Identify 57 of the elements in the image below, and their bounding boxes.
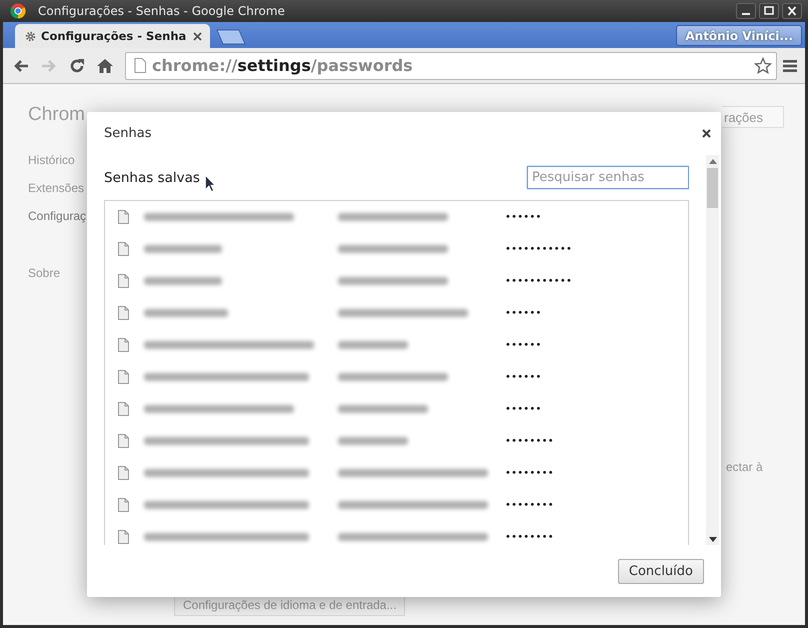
password-text: •••••••• <box>505 468 554 478</box>
done-button[interactable]: Concluído <box>618 558 704 584</box>
address-bar[interactable]: chrome://settings/passwords <box>125 52 777 80</box>
cursor-icon <box>205 175 216 192</box>
menu-icon[interactable] <box>783 58 797 72</box>
settings-search-field[interactable]: rações <box>722 106 784 128</box>
section-title: Senhas salvas <box>104 170 200 186</box>
scroll-up-icon[interactable] <box>708 159 716 164</box>
close-icon[interactable] <box>193 32 202 40</box>
password-text: •••••••• <box>505 532 554 542</box>
close-icon[interactable] <box>702 129 711 138</box>
file-icon <box>118 338 129 352</box>
password-text: ••••••••••• <box>505 276 572 286</box>
gear-icon <box>25 30 36 42</box>
scrollbar[interactable] <box>706 155 719 545</box>
close-button[interactable] <box>782 3 802 19</box>
file-icon <box>118 498 129 512</box>
file-icon <box>118 242 129 256</box>
password-text: •••••• <box>505 404 542 414</box>
blurred-text <box>338 437 408 445</box>
browser-tab[interactable]: Configurações - Senha <box>15 24 210 48</box>
minimize-button[interactable] <box>736 3 756 19</box>
sidebar-item[interactable]: Sobre <box>3 259 60 287</box>
file-icon <box>118 402 129 416</box>
file-icon <box>118 530 129 544</box>
blurred-text <box>338 341 408 349</box>
sidebar-item[interactable]: Extensões <box>3 174 84 202</box>
sidebar-item[interactable]: Histórico <box>3 146 75 174</box>
password-text: •••••• <box>505 308 542 318</box>
scrollbar-thumb[interactable] <box>707 168 718 208</box>
star-icon[interactable] <box>754 56 772 74</box>
file-icon <box>118 306 129 320</box>
scroll-down-icon[interactable] <box>708 537 716 542</box>
file-icon <box>118 370 129 384</box>
new-tab-button[interactable] <box>216 29 246 45</box>
window-title: Configurações - Senhas - Google Chrome <box>38 4 286 18</box>
password-text: •••••••• <box>505 436 554 446</box>
password-text: •••••••• <box>505 500 554 510</box>
page-icon <box>134 58 146 73</box>
file-icon <box>118 210 129 224</box>
chrome-logo-icon <box>10 3 26 19</box>
file-icon <box>118 274 129 288</box>
password-text: •••••• <box>505 340 542 350</box>
home-icon[interactable] <box>96 56 114 74</box>
password-text: •••••• <box>505 212 542 222</box>
reload-icon[interactable] <box>68 56 86 74</box>
setting-text: ectar à <box>726 460 763 474</box>
page-title: Chrom <box>28 104 86 126</box>
dialog-title: Senhas <box>104 126 152 141</box>
url-text: chrome://settings/passwords <box>152 56 414 75</box>
profile-button[interactable]: Antônio Viníci... <box>676 25 802 46</box>
maximize-button[interactable] <box>759 3 779 19</box>
search-field[interactable]: Pesquisar senhas <box>527 166 689 189</box>
file-icon <box>118 466 129 480</box>
password-text: ••••••••••• <box>505 244 572 254</box>
file-icon <box>118 434 129 448</box>
password-text: •••••• <box>505 372 542 382</box>
